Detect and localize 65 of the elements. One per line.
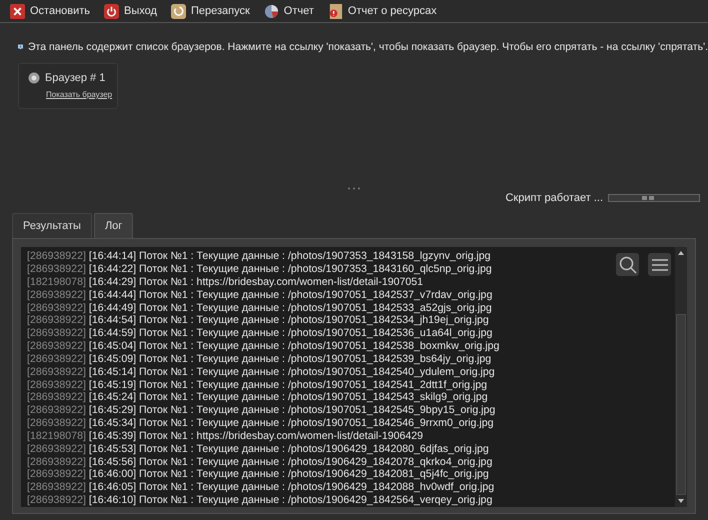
log-thread-id: [286938922] — [27, 391, 86, 404]
log-thread-id: [286938922] — [27, 302, 86, 314]
toolbar-button[interactable]: Выход — [100, 2, 165, 20]
log-thread-id: [286938922] — [27, 340, 86, 353]
log-message: [16:45:14] Поток №1 : Текущие данные : /photos/1907051_1842540_ydulem_orig.jpg — [88, 366, 495, 379]
log-message: [16:46:10] Поток №1 : Текущие данные : /photos/1906429_1842564_verqey_orig.jpg — [88, 494, 492, 507]
log-message: [16:44:22] Поток №1 : Текущие данные : /photos/1907353_1843160_qlc5np_orig.jpg — [88, 262, 492, 276]
status-text: Скрипт работает ... — [505, 192, 603, 204]
scroll-up-icon[interactable] — [677, 250, 685, 256]
refresh-icon — [170, 4, 186, 18]
log-message: [16:46:05] Поток №1 : Текущие данные : /photos/1906429_1842088_hv0wdf_orig.jpg — [88, 481, 494, 494]
browser-title: Браузер # 1 — [45, 72, 106, 84]
log-thread-id: [286938922] — [27, 250, 86, 263]
log-thread-id: [286938922] — [27, 481, 86, 494]
log-message: [16:44:29] Поток №1 : https://bridesbay.com/women-list/detail-1907051 — [88, 276, 424, 289]
log-thread-id: [286938922] — [27, 417, 86, 430]
log-message: [16:44:54] Поток №1 : Текущие данные : /photos/1907051_1842534_jh19ej_orig.jpg — [88, 314, 489, 328]
log-message: [16:45:29] Поток №1 : Текущие данные : /photos/1907051_1842545_9bpy15_orig.jpg — [88, 404, 496, 418]
log-message: [16:46:00] Поток №1 : Текущие данные : /photos/1906429_1842081_q5j4fc_orig.jpg — [88, 468, 489, 482]
log-thread-id: [286938922] — [27, 288, 86, 302]
log-message: [16:44:44] Поток №1 : Текущие данные : /photos/1907051_1842537_v7rdav_orig.jpg — [88, 288, 492, 302]
log-message: [16:44:59] Поток №1 : Текущие данные : /photos/1907051_1842536_u1a64l_orig.jpg — [88, 327, 492, 340]
toolbar-button[interactable]: Отчет о ресурсах — [324, 2, 445, 20]
info-text: Эта панель содержит список браузеров. Нажмите на ссылку 'показать', чтобы показать браузер. Чтобы его спрятать - на ссылку 'спрятать'. — [28, 41, 708, 53]
show-browser-link[interactable]: Показать браузер — [46, 90, 112, 99]
menu-button[interactable] — [648, 253, 671, 276]
log-thread-id: [286938922] — [27, 468, 86, 482]
log-thread-id: [286938922] — [27, 314, 86, 328]
toolbar-button[interactable]: Отчет — [260, 2, 322, 20]
log-thread-id: [286938922] — [27, 262, 86, 276]
log-message: [16:45:53] Поток №1 : Текущие данные : /photos/1906429_1842080_6djfas_orig.jpg — [88, 442, 489, 456]
log-message: [16:45:39] Поток №1 : https://bridesbay.com/women-list/detail-1906429 — [88, 430, 424, 443]
log-thread-id: [182198078] — [27, 276, 86, 289]
tab[interactable]: Результаты — [12, 213, 92, 238]
log-thread-id: [182198078] — [27, 430, 86, 443]
scrollbar[interactable] — [675, 247, 687, 507]
log-message: [16:45:34] Поток №1 : Текущие данные : /photos/1907051_1842546_9rrxm0_orig.jpg — [88, 417, 494, 430]
log-message: [16:45:56] Поток №1 : Текущие данные : /photos/1906429_1842078_qkrko4_orig.jpg — [88, 456, 492, 468]
log-thread-id: [286938922] — [27, 378, 86, 392]
log-thread-id: [286938922] — [27, 352, 86, 366]
log-message: [16:45:24] Поток №1 : Текущие данные : /photos/1907051_1842543_skilg9_orig.jpg — [88, 391, 488, 404]
splitter-handle[interactable] — [347, 186, 361, 190]
log-thread-id: [286938922] — [27, 456, 86, 468]
log-message: [16:44:14] Поток №1 : Текущие данные : /photos/1907353_1843158_lgzynv_orig.jpg — [88, 250, 491, 263]
tab[interactable]: Лог — [94, 213, 134, 238]
log-thread-id: [286938922] — [27, 327, 86, 340]
scrollbar-thumb[interactable] — [676, 314, 686, 495]
globe-icon — [28, 72, 40, 84]
log-thread-id: [286938922] — [27, 366, 86, 379]
log-thread-id: [286938922] — [27, 404, 86, 418]
close-icon — [10, 4, 25, 18]
log-message: [16:44:49] Поток №1 : Текущие данные : /photos/1907051_1842533_a52gjs_orig.jpg — [88, 302, 492, 314]
power-icon — [104, 4, 120, 18]
search-icon — [618, 254, 638, 275]
toolbar-button[interactable]: Перезапуск — [166, 2, 258, 20]
log-thread-id: [286938922] — [27, 442, 86, 456]
search-button[interactable] — [616, 253, 639, 276]
pie-chart-icon — [264, 4, 279, 18]
toolbar-button[interactable]: Остановить — [6, 2, 98, 20]
log-message: [16:45:09] Поток №1 : Текущие данные : /photos/1907051_1842539_bs64jy_orig.jpg — [88, 352, 492, 366]
log-message: [16:45:04] Поток №1 : Текущие данные : /photos/1907051_1842538_boxmkw_orig.jpg — [88, 340, 500, 353]
log-message: [16:45:19] Поток №1 : Текущие данные : /photos/1907051_1842541_2dtt1f_orig.jpg — [88, 378, 488, 392]
log-thread-id: [286938922] — [27, 494, 86, 507]
scroll-down-icon[interactable] — [677, 498, 685, 504]
document-alert-icon — [328, 4, 343, 18]
